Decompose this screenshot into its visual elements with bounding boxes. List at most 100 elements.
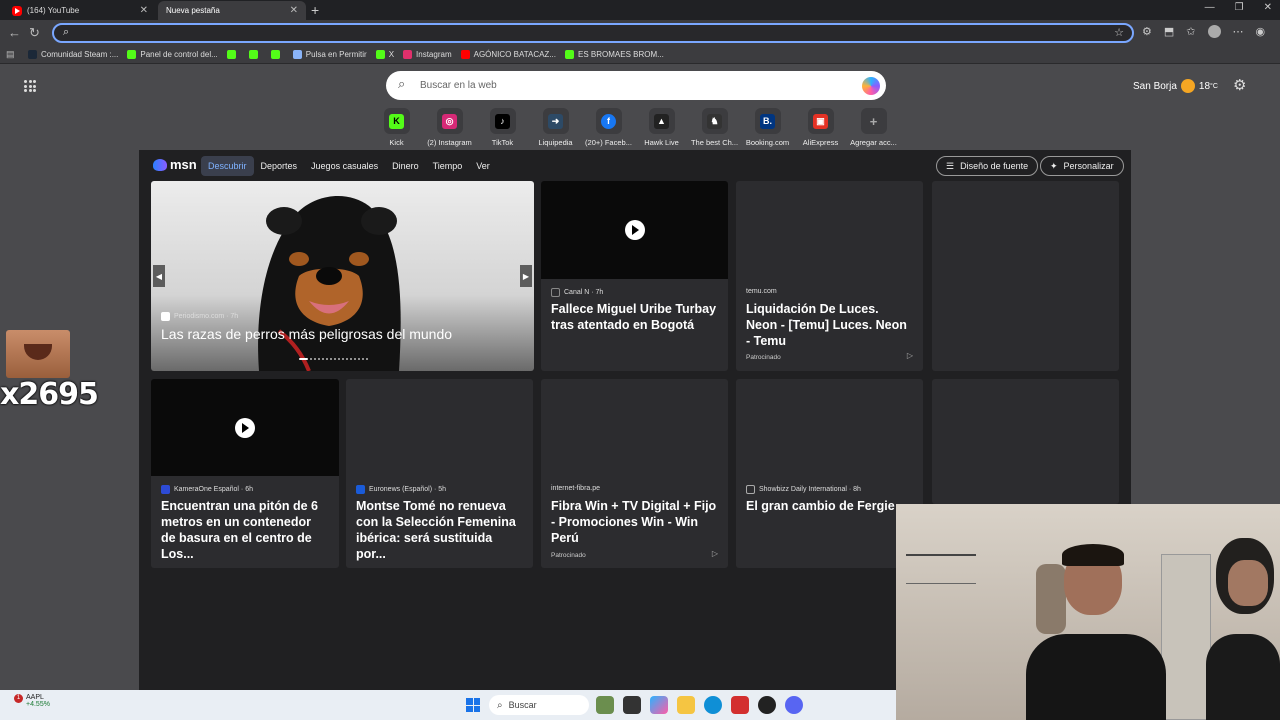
tab-youtube[interactable]: (164) YouTube ✕: [4, 1, 156, 20]
source-text: Canal N · 7h: [564, 289, 604, 296]
kick-icon: [270, 50, 280, 59]
sparkle-icon: ✦: [1050, 160, 1058, 171]
card-source: Canal N · 7h: [551, 288, 603, 297]
edge-icon[interactable]: [704, 696, 722, 714]
msn-logo[interactable]: msn: [153, 157, 197, 172]
hero-card[interactable]: ◀ ▶ Periodismo.com · 7h Las razas de per…: [151, 181, 534, 371]
file-explorer-icon[interactable]: [677, 696, 695, 714]
bookmark-item[interactable]: ES BROMAES BROM...: [565, 50, 664, 59]
windows-start-icon[interactable]: [466, 698, 480, 712]
video-thumbnail: [541, 181, 728, 279]
personalize-button[interactable]: ✦ Personalizar: [1040, 156, 1124, 176]
tab-tiempo[interactable]: Tiempo: [426, 156, 470, 176]
new-tab-button[interactable]: +: [311, 2, 319, 18]
play-icon[interactable]: [235, 418, 255, 438]
tab-ver[interactable]: Ver: [469, 156, 497, 176]
ad-choices-icon[interactable]: ▷: [907, 351, 913, 360]
quicklink-liquipedia[interactable]: ➜ Liquipedia: [529, 108, 582, 147]
close-icon[interactable]: ✕: [140, 5, 148, 16]
star-icon[interactable]: ☆: [1114, 26, 1124, 39]
quicklink-instagram[interactable]: ◎ (2) Instagram: [423, 108, 476, 147]
weather-widget[interactable]: San Borja 18 °C: [1133, 79, 1218, 93]
canal-n-icon: [551, 288, 560, 297]
tab-deportes[interactable]: Deportes: [254, 156, 305, 176]
news-card[interactable]: Showbizz Daily International · 8h El gra…: [736, 379, 923, 568]
gear-icon[interactable]: ⚙: [1233, 76, 1246, 94]
bookmark-item[interactable]: AGÓNICO BATACAZ...: [460, 50, 556, 59]
news-card[interactable]: Canal N · 7h Fallece Miguel Uribe Turbay…: [541, 181, 728, 371]
apps-grid-icon[interactable]: [24, 80, 36, 92]
font-design-button[interactable]: ☰ Diseño de fuente: [936, 156, 1039, 176]
tab-strip: (164) YouTube ✕ Nueva pestaña ✕ + — ❐ ✕: [0, 0, 1280, 75]
extensions-icon[interactable]: ⚙: [1142, 25, 1152, 38]
ad-choices-icon[interactable]: ▷: [712, 549, 718, 558]
widgets-icon[interactable]: [596, 696, 614, 714]
tab-descubrir[interactable]: Descubrir: [201, 156, 254, 176]
next-arrow-icon[interactable]: ▶: [520, 265, 532, 287]
close-icon[interactable]: ✕: [290, 5, 298, 16]
back-icon[interactable]: ←: [8, 25, 21, 40]
booking-icon: B.: [760, 113, 775, 129]
notification-badge: 1: [14, 694, 23, 703]
bookmark-item[interactable]: Instagram: [403, 50, 452, 59]
bookmark-item[interactable]: [270, 50, 284, 59]
obs-icon[interactable]: [758, 696, 776, 714]
bookmark-item[interactable]: X: [375, 50, 395, 59]
news-card[interactable]: KameraOne Español · 6h Encuentran una pi…: [151, 379, 339, 568]
maximize-icon[interactable]: ❐: [1235, 2, 1244, 13]
bookmarks-menu-icon[interactable]: ▤: [6, 49, 16, 60]
close-window-icon[interactable]: ✕: [1264, 2, 1272, 13]
taskbar-search[interactable]: ⌕ Buscar: [489, 695, 589, 715]
bookmark-item[interactable]: Comunidad Steam :...: [28, 50, 118, 59]
copilot-icon[interactable]: [862, 77, 880, 95]
quicklink-add[interactable]: + Agregar acc...: [847, 108, 900, 147]
discord-icon[interactable]: [785, 696, 803, 714]
play-icon[interactable]: [625, 220, 645, 240]
quicklink-facebook[interactable]: f (20+) Faceb...: [582, 108, 635, 147]
bookmark-item[interactable]: Panel de control del...: [127, 50, 218, 59]
quicklink-tiktok[interactable]: ♪ TikTok: [476, 108, 529, 147]
quicklink-chess[interactable]: ♞ The best Ch...: [688, 108, 741, 147]
avatar[interactable]: [1207, 25, 1221, 38]
prev-arrow-icon[interactable]: ◀: [153, 265, 165, 287]
carousel-dots: [299, 358, 368, 360]
split-screen-icon[interactable]: ⬒: [1164, 25, 1174, 38]
weather-location: San Borja: [1133, 80, 1177, 92]
liquipedia-icon: ➜: [548, 113, 563, 129]
copilot-icon[interactable]: [650, 696, 668, 714]
tab-title: (164) YouTube: [27, 6, 80, 15]
tab-dinero[interactable]: Dinero: [385, 156, 426, 176]
web-search-box[interactable]: ⌕ Buscar en la web: [386, 71, 886, 100]
reload-icon[interactable]: ↻: [29, 25, 40, 41]
bookmark-item[interactable]: Pulsa en Permitir: [292, 50, 367, 59]
quicklink-booking[interactable]: B. Booking.com: [741, 108, 794, 147]
quicklink-kick[interactable]: K Kick: [370, 108, 423, 147]
wps-icon[interactable]: [731, 696, 749, 714]
stock-widget[interactable]: 1 AAPL +4.55%: [14, 694, 50, 708]
ad-card[interactable]: internet-fibra.pe Fibra Win + TV Digital…: [541, 379, 728, 568]
ad-card[interactable]: temu.com Liquidación De Luces. Neon - [T…: [736, 181, 923, 371]
copilot-icon[interactable]: ◉: [1256, 25, 1266, 38]
more-icon[interactable]: ⋯: [1233, 25, 1244, 38]
card-source: Showbizz Daily International · 8h: [746, 485, 861, 494]
quicklink-aliexpress[interactable]: ▣ AliExpress: [794, 108, 847, 147]
bookmarks-bar: ▤ Comunidad Steam :... Panel de control …: [0, 46, 1280, 64]
hawk-icon: ▲: [654, 113, 669, 129]
tab-new-tab[interactable]: Nueva pestaña ✕: [158, 1, 306, 75]
quicklink-hawk-live[interactable]: ▲ Hawk Live: [635, 108, 688, 147]
kick-icon: [565, 50, 574, 59]
tab-juegos-casuales[interactable]: Juegos casuales: [304, 156, 385, 176]
hero-headline[interactable]: Las razas de perros más peligrosas del m…: [161, 326, 524, 342]
card-headline: Liquidación De Luces. Neon - [Temu] Luce…: [746, 302, 907, 348]
address-bar[interactable]: ⌕ ☆: [52, 23, 1134, 43]
task-view-icon[interactable]: [623, 696, 641, 714]
minimize-icon[interactable]: —: [1205, 2, 1215, 13]
bookmark-label: X: [388, 50, 395, 59]
bookmark-item[interactable]: [226, 50, 240, 59]
favorites-icon[interactable]: ✩: [1186, 25, 1195, 38]
source-text: Euronews (Español) · 5h: [369, 486, 447, 493]
placeholder-card: [932, 181, 1119, 371]
search-icon: ⌕: [63, 26, 70, 38]
news-card[interactable]: Euronews (Español) · 5h Montse Tomé no r…: [346, 379, 533, 568]
bookmark-item[interactable]: [248, 50, 262, 59]
